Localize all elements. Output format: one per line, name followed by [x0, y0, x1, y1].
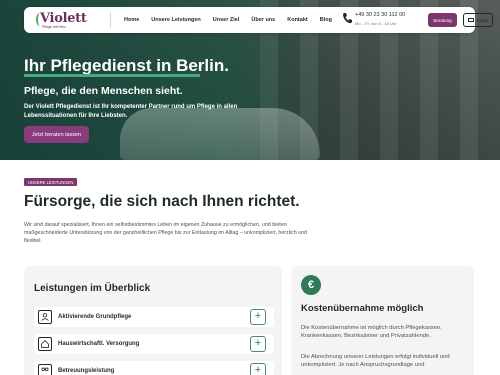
service-label: Hauswirtschaftl. Versorgung [58, 341, 140, 347]
service-row-hauswirtschaft[interactable]: Hauswirtschaftl. Versorgung + [34, 334, 274, 354]
home-icon [38, 337, 52, 351]
section-tag: UNSERE LEISTUNGEN [24, 178, 78, 186]
logo-subtitle: Pflege mit Herz [42, 25, 66, 29]
cost-coverage-title: Kostenübernahme möglich [301, 303, 424, 314]
opening-hours: Mo. - Fr. von 8 - 16 Uhr [355, 21, 397, 26]
services-overview-card: Leistungen im Überblick Aktivierende Gru… [24, 266, 282, 375]
people-icon [38, 364, 52, 375]
phone-icon[interactable] [342, 12, 352, 24]
main-nav: Home Unsere Leistungen Unser Ziel Über u… [124, 7, 332, 33]
section-description: Wir sind darauf spezialisiert, Ihnen ein… [24, 222, 307, 244]
hero-title: Ihr Pflegedienst in Berlin. [24, 56, 229, 75]
cost-coverage-text: Die Kostenübernahme ist möglich durch Pf… [301, 325, 442, 339]
logo[interactable]: Violett Pflege mit Herz [32, 10, 87, 30]
hero-subtitle: Pflege, die den Menschen sieht. [24, 85, 183, 97]
nav-item-leistungen[interactable]: Unsere Leistungen [151, 17, 201, 23]
mail-icon [467, 18, 474, 22]
consultation-cta-button[interactable]: Jetzt beraten lassen [24, 126, 89, 143]
billing-text: Die Abrechnung unserer Leistungen erfolg… [301, 354, 450, 368]
expand-plus-icon[interactable]: + [250, 309, 266, 325]
phone-number[interactable]: +49 30 23 30 112 00 [355, 12, 405, 18]
hero-title-underline [24, 74, 200, 77]
nav-divider [110, 12, 111, 28]
service-label: Aktivierende Grundpflege [58, 314, 132, 320]
nav-item-kontakt[interactable]: Kontakt [287, 17, 307, 23]
nav-item-ziel[interactable]: Unser Ziel [213, 17, 240, 23]
logo-text: Violett [40, 11, 87, 26]
service-row-betreuung[interactable]: Betreuungsleistung + [34, 361, 274, 375]
hero-description: Der Violett Pflegedienst ist Ihr kompete… [24, 104, 238, 119]
services-overview-title: Leistungen im Überblick [34, 283, 151, 294]
top-navbar: Violett Pflege mit Herz Home Unsere Leis… [24, 7, 493, 33]
nav-item-ueber-uns[interactable]: Über uns [251, 17, 275, 23]
euro-icon: € [301, 275, 321, 295]
email-button[interactable]: Email [463, 13, 493, 27]
expand-plus-icon[interactable]: + [250, 336, 266, 352]
beratung-button[interactable]: Beratung [428, 13, 457, 27]
nav-item-blog[interactable]: Blog [320, 17, 332, 23]
cost-coverage-card: € Kostenübernahme möglich Die Kostenüber… [291, 266, 474, 375]
care-icon [38, 310, 52, 324]
section-title: Fürsorge, die sich nach Ihnen richtet. [24, 193, 300, 210]
service-label: Betreuungsleistung [58, 368, 115, 374]
service-row-grundpflege[interactable]: Aktivierende Grundpflege + [34, 307, 274, 327]
email-button-label: Email [476, 17, 489, 23]
nav-item-home[interactable]: Home [124, 17, 139, 23]
expand-plus-icon[interactable]: + [250, 363, 266, 375]
